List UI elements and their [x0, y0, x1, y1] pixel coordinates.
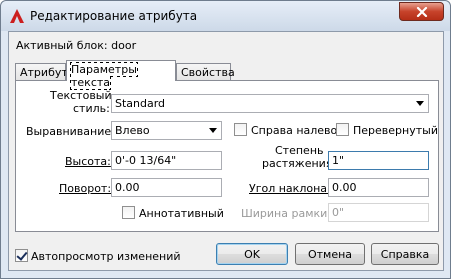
text-options-panel: Текстовый стиль: Standard Выравнивание: …: [15, 80, 439, 232]
tab-properties[interactable]: Свойства: [176, 63, 235, 81]
rotation-label: Поворот:: [59, 182, 112, 195]
justify-select[interactable]: Влево: [111, 121, 222, 140]
width-factor-value: 1": [332, 154, 345, 167]
app-icon: [10, 9, 24, 23]
width-factor-label-line2: растяжения:: [262, 157, 337, 170]
cancel-button[interactable]: Отмена: [295, 243, 365, 265]
cancel-button-label: Отмена: [307, 247, 353, 261]
auto-preview-checkbox[interactable]: [15, 249, 28, 262]
close-icon: [416, 6, 427, 17]
text-style-label-line1: Текстовый: [50, 89, 112, 102]
annotative-checkbox[interactable]: [122, 206, 135, 219]
justify-label: Выравнивание:: [26, 125, 115, 138]
text-style-label-line2: стиль:: [73, 102, 110, 115]
backwards-checkbox[interactable]: [234, 123, 247, 136]
width-factor-label-line1: Степень: [275, 144, 324, 157]
tab-properties-label: Свойства: [181, 66, 235, 79]
rotation-field[interactable]: 0.00: [111, 178, 222, 197]
annotative-label: Аннотативный: [139, 207, 224, 220]
justify-value: Влево: [115, 124, 150, 137]
oblique-field[interactable]: 0.00: [328, 178, 429, 197]
oblique-label: Угол наклона:: [249, 182, 331, 195]
rotation-value: 0.00: [115, 181, 140, 194]
title-bar[interactable]: Редактирование атрибута: [1, 1, 450, 31]
ok-button-label: OK: [244, 247, 260, 261]
window-title: Редактирование атрибута: [30, 9, 198, 23]
auto-preview-label: Автопросмотр изменений: [31, 250, 181, 263]
active-block-label: Активный блок: door: [16, 39, 137, 52]
width-factor-field[interactable]: 1": [328, 151, 429, 170]
upside-down-label: Перевернутый: [353, 124, 438, 137]
dialog-window: Редактирование атрибута Активный блок: d…: [0, 0, 451, 279]
help-button[interactable]: Справка: [371, 243, 439, 265]
boundary-width-label: Ширина рамки:: [241, 207, 331, 220]
close-button[interactable]: [399, 2, 444, 21]
chevron-down-icon: [416, 101, 424, 106]
boundary-width-field[interactable]: 0": [328, 203, 429, 222]
oblique-value: 0.00: [332, 181, 357, 194]
chevron-down-icon: [209, 128, 217, 133]
backwards-label: Справа налево: [251, 124, 338, 137]
help-button-label: Справка: [380, 247, 430, 261]
dialog-client-area: Активный блок: door Атрибут Параметры те…: [8, 31, 444, 271]
ok-button[interactable]: OK: [216, 243, 288, 265]
text-style-select[interactable]: Standard: [111, 94, 429, 113]
height-value: 0'-0 13/64": [115, 154, 177, 167]
upside-down-checkbox[interactable]: [336, 123, 349, 136]
text-style-value: Standard: [115, 97, 166, 110]
tab-attribute-label: Атрибут: [20, 66, 68, 79]
tab-attribute[interactable]: Атрибут: [15, 63, 68, 81]
boundary-width-value: 0": [332, 206, 345, 219]
tab-text-options[interactable]: Параметры текста: [66, 60, 176, 90]
height-field[interactable]: 0'-0 13/64": [111, 151, 222, 170]
height-label: Высота:: [65, 155, 111, 168]
